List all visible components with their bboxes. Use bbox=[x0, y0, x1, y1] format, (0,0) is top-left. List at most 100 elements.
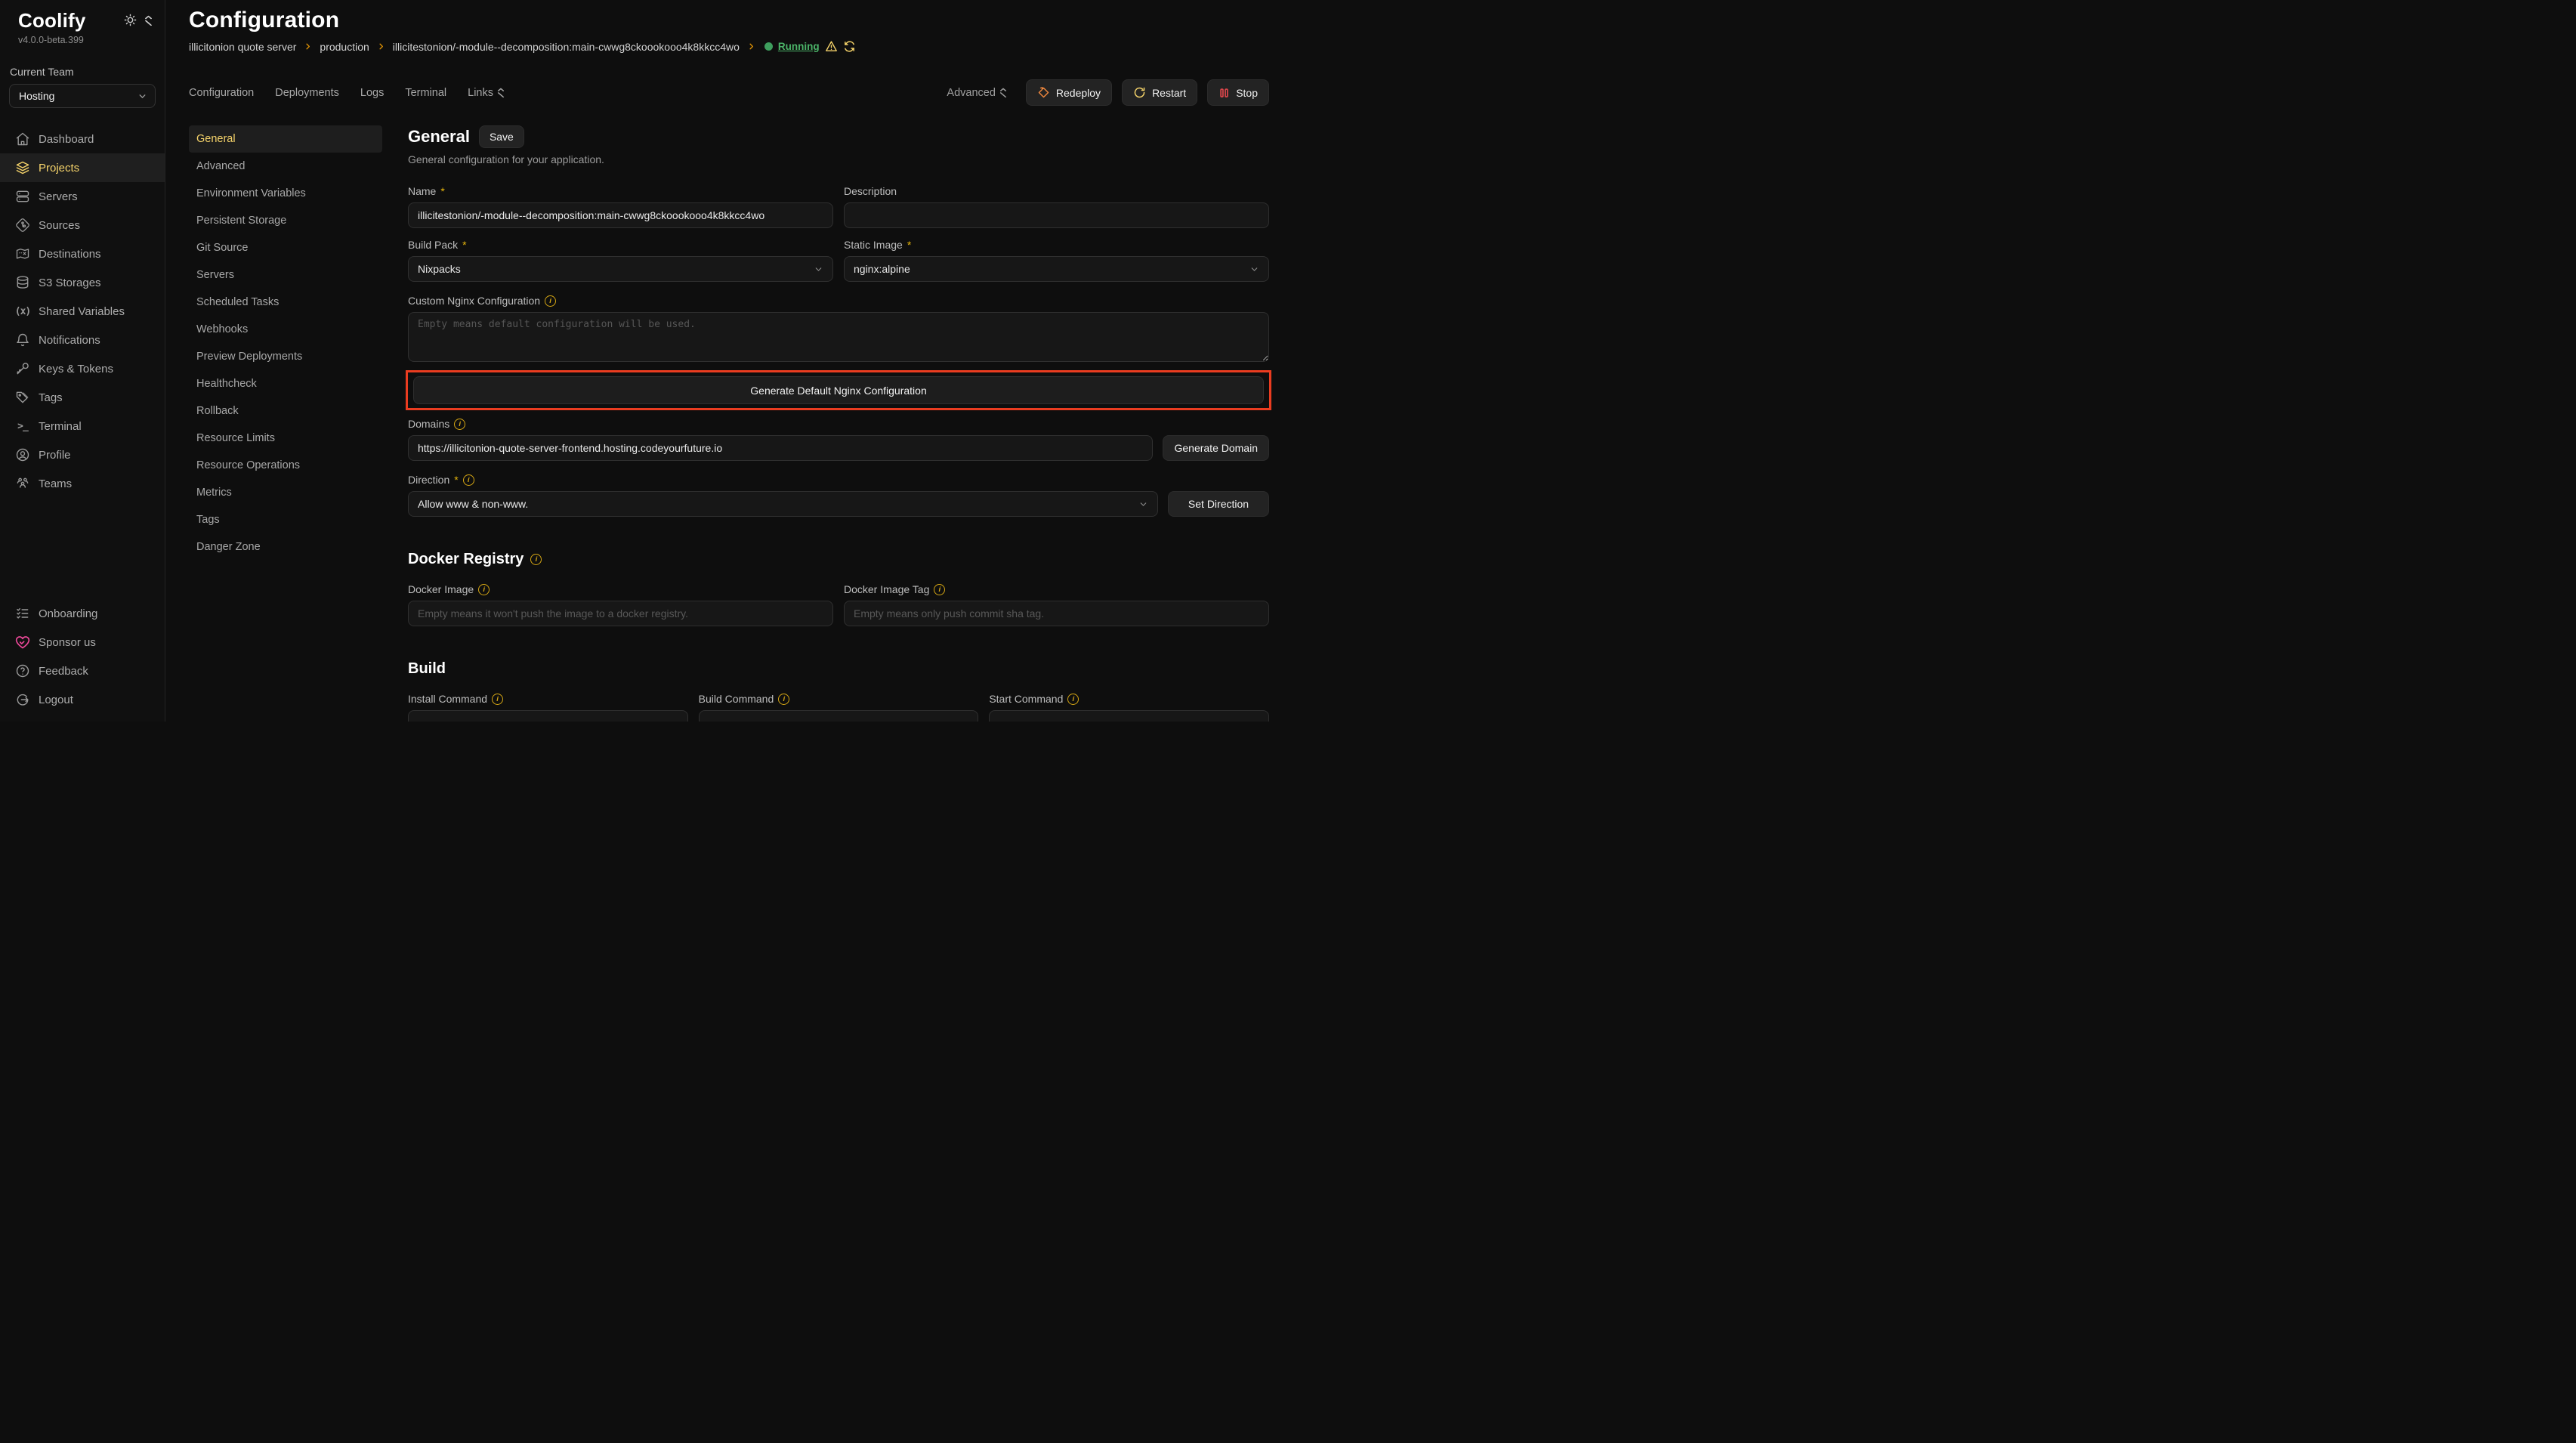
sidebar-item-notifications[interactable]: Notifications bbox=[0, 326, 165, 354]
sidebar-item-sponsor-us[interactable]: Sponsor us bbox=[0, 628, 165, 657]
subnav-advanced[interactable]: Advanced bbox=[189, 153, 382, 180]
sidebar-item-shared-variables[interactable]: (x) Shared Variables bbox=[0, 297, 165, 326]
app-logo[interactable]: Coolify bbox=[18, 9, 86, 32]
advanced-dropdown[interactable]: Advanced bbox=[947, 87, 1007, 99]
info-icon[interactable]: i bbox=[478, 584, 490, 595]
team-select[interactable]: Hosting bbox=[9, 84, 156, 108]
domains-label: Domains bbox=[408, 418, 449, 430]
subnav-tags[interactable]: Tags bbox=[189, 506, 382, 533]
subnav-resource-operations[interactable]: Resource Operations bbox=[189, 452, 382, 479]
chevron-down-icon bbox=[137, 91, 147, 101]
theme-sun-icon[interactable] bbox=[124, 14, 137, 26]
sidebar-item-sources[interactable]: Sources bbox=[0, 211, 165, 239]
sidebar-item-label: Sources bbox=[39, 219, 80, 232]
nginx-config-textarea[interactable] bbox=[408, 312, 1269, 362]
chevron-right-icon bbox=[747, 42, 755, 51]
sidebar-item-tags[interactable]: Tags bbox=[0, 383, 165, 412]
tag-icon bbox=[14, 389, 31, 406]
breadcrumb-environment[interactable]: production bbox=[320, 41, 369, 53]
sidebar-item-s3-storages[interactable]: S3 Storages bbox=[0, 268, 165, 297]
sidebar-item-logout[interactable]: Logout bbox=[0, 685, 165, 714]
tab-configuration[interactable]: Configuration bbox=[189, 87, 254, 99]
name-input[interactable] bbox=[408, 202, 833, 228]
set-direction-button[interactable]: Set Direction bbox=[1168, 491, 1269, 517]
build-command-input[interactable] bbox=[699, 710, 979, 722]
domains-input[interactable] bbox=[408, 435, 1153, 461]
sidebar-item-feedback[interactable]: Feedback bbox=[0, 657, 165, 685]
required-marker: * bbox=[440, 185, 444, 197]
info-icon[interactable]: i bbox=[492, 694, 503, 705]
breadcrumb-application[interactable]: illicitestonion/-module--decomposition:m… bbox=[393, 41, 740, 53]
subnav-git-source[interactable]: Git Source bbox=[189, 234, 382, 261]
stop-button[interactable]: Stop bbox=[1207, 79, 1269, 106]
sidebar-item-destinations[interactable]: Destinations bbox=[0, 239, 165, 268]
sidebar-item-onboarding[interactable]: Onboarding bbox=[0, 599, 165, 628]
info-icon[interactable]: i bbox=[454, 419, 465, 430]
build-pack-select[interactable]: Nixpacks bbox=[408, 256, 833, 282]
sidebar-item-projects[interactable]: Projects bbox=[0, 153, 165, 182]
subnav-webhooks[interactable]: Webhooks bbox=[189, 316, 382, 343]
subnav-servers[interactable]: Servers bbox=[189, 261, 382, 289]
tab-deployments[interactable]: Deployments bbox=[275, 87, 339, 99]
nginx-config-label: Custom Nginx Configuration bbox=[408, 295, 540, 307]
subnav-environment-variables[interactable]: Environment Variables bbox=[189, 180, 382, 207]
info-icon[interactable]: i bbox=[545, 295, 556, 307]
subnav-healthcheck[interactable]: Healthcheck bbox=[189, 370, 382, 397]
save-button[interactable]: Save bbox=[479, 125, 524, 148]
subnav-persistent-storage[interactable]: Persistent Storage bbox=[189, 207, 382, 234]
generate-nginx-config-button[interactable]: Generate Default Nginx Configuration bbox=[413, 376, 1264, 404]
sidebar-item-profile[interactable]: Profile bbox=[0, 440, 165, 469]
restart-button[interactable]: Restart bbox=[1122, 79, 1197, 106]
breadcrumb-project[interactable]: illicitonion quote server bbox=[189, 41, 296, 53]
sidebar-item-terminal[interactable]: >_ Terminal bbox=[0, 412, 165, 440]
warning-icon[interactable] bbox=[825, 40, 838, 53]
info-icon[interactable]: i bbox=[530, 554, 542, 565]
bell-icon bbox=[14, 332, 31, 348]
sidebar-item-servers[interactable]: Servers bbox=[0, 182, 165, 211]
sidebar-item-teams[interactable]: Teams bbox=[0, 469, 165, 498]
layers-icon bbox=[14, 159, 31, 176]
tab-terminal[interactable]: Terminal bbox=[405, 87, 446, 99]
key-icon bbox=[14, 360, 31, 377]
docker-image-input[interactable] bbox=[408, 601, 833, 626]
sidebar-item-label: Tags bbox=[39, 391, 63, 404]
subnav-rollback[interactable]: Rollback bbox=[189, 397, 382, 425]
theme-select-chevrons-icon[interactable] bbox=[144, 15, 153, 26]
annotation-highlight-box: Generate Default Nginx Configuration bbox=[406, 370, 1271, 410]
direction-select[interactable]: Allow www & non-www. bbox=[408, 491, 1158, 517]
restart-label: Restart bbox=[1152, 87, 1186, 99]
redeploy-label: Redeploy bbox=[1056, 87, 1101, 99]
section-subtitle: General configuration for your applicati… bbox=[408, 153, 1269, 165]
status-badge[interactable]: Running bbox=[778, 41, 820, 52]
required-marker: * bbox=[454, 474, 458, 486]
subnav-metrics[interactable]: Metrics bbox=[189, 479, 382, 506]
tab-links[interactable]: Links bbox=[468, 87, 505, 99]
database-icon bbox=[14, 274, 31, 291]
sidebar-item-keys-tokens[interactable]: Keys & Tokens bbox=[0, 354, 165, 383]
sidebar-item-dashboard[interactable]: Dashboard bbox=[0, 125, 165, 153]
info-icon[interactable]: i bbox=[463, 474, 474, 486]
subnav-scheduled-tasks[interactable]: Scheduled Tasks bbox=[189, 289, 382, 316]
sidebar-item-label: Profile bbox=[39, 449, 71, 462]
description-input[interactable] bbox=[844, 202, 1269, 228]
generate-domain-button[interactable]: Generate Domain bbox=[1163, 435, 1269, 461]
redeploy-button[interactable]: Redeploy bbox=[1026, 79, 1112, 106]
info-icon[interactable]: i bbox=[934, 584, 945, 595]
subnav-preview-deployments[interactable]: Preview Deployments bbox=[189, 343, 382, 370]
info-icon[interactable]: i bbox=[778, 694, 789, 705]
tab-logs[interactable]: Logs bbox=[360, 87, 384, 99]
subnav-general[interactable]: General bbox=[189, 125, 382, 153]
chevron-down-icon bbox=[1249, 264, 1259, 274]
home-icon bbox=[14, 131, 31, 147]
static-image-select[interactable]: nginx:alpine bbox=[844, 256, 1269, 282]
main-content: Configuration illicitonion quote server … bbox=[165, 0, 1288, 722]
install-command-input[interactable] bbox=[408, 710, 688, 722]
subnav-danger-zone[interactable]: Danger Zone bbox=[189, 533, 382, 561]
start-command-input[interactable] bbox=[989, 710, 1269, 722]
info-icon[interactable]: i bbox=[1067, 694, 1079, 705]
refresh-icon[interactable] bbox=[843, 40, 856, 53]
docker-image-tag-input[interactable] bbox=[844, 601, 1269, 626]
config-subnav: General Advanced Environment Variables P… bbox=[189, 125, 382, 561]
subnav-resource-limits[interactable]: Resource Limits bbox=[189, 425, 382, 452]
sidebar: Coolify v4.0.0-beta.399 Current Team Hos… bbox=[0, 0, 165, 722]
